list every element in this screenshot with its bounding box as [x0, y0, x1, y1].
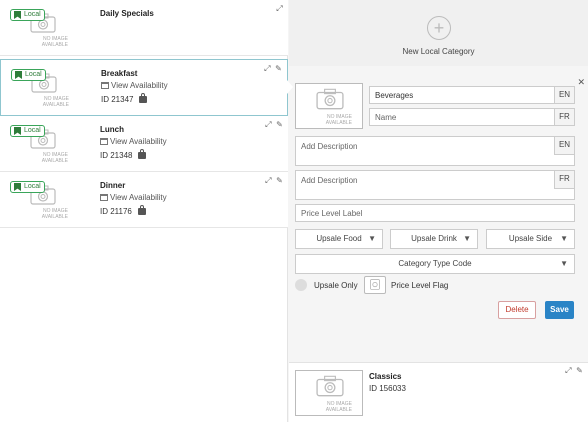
bookmark-icon	[15, 71, 22, 79]
chevron-down-icon: ▼	[368, 234, 376, 243]
price-level-flag-image[interactable]	[364, 276, 386, 294]
price-level-flag-label: Price Level Flag	[391, 281, 449, 290]
category-card-lunch[interactable]: NO IMAGE AVAILABLE Local Lunch View Avai…	[0, 116, 288, 172]
category-editor-panel: + New Local Category ✕ NO IMAGE AVAILABL…	[289, 0, 588, 422]
upsale-only-label: Upsale Only	[314, 281, 358, 290]
category-thumbnail: NO IMAGE AVAILABLE Local	[10, 125, 68, 167]
category-card-breakfast[interactable]: NO IMAGE AVAILABLE Local Breakfast View …	[0, 59, 288, 116]
category-thumbnail: NO IMAGE AVAILABLE Local	[10, 9, 68, 51]
expand-icon[interactable]: ⤢	[564, 366, 573, 375]
local-badge: Local	[10, 125, 45, 137]
save-button[interactable]: Save	[545, 301, 574, 319]
chevron-down-icon: ▼	[560, 259, 568, 268]
category-title: Breakfast	[101, 69, 138, 78]
view-availability-link[interactable]: View Availability	[101, 81, 168, 90]
price-level-label-field[interactable]	[295, 204, 575, 222]
category-card-classics[interactable]: NO IMAGE AVAILABLE Classics ID 156033 ⤢ …	[289, 362, 588, 422]
camera-icon	[316, 375, 344, 397]
category-thumbnail: NO IMAGE AVAILABLE Local	[11, 69, 69, 111]
expand-icon[interactable]: ⤢	[263, 64, 272, 73]
new-local-category-button[interactable]: + New Local Category	[289, 0, 588, 66]
camera-icon	[316, 88, 344, 110]
bookmark-icon	[14, 127, 21, 135]
camera-icon	[370, 279, 380, 290]
pencil-icon[interactable]: ✎	[275, 176, 284, 185]
no-image-text: NO IMAGE AVAILABLE	[41, 36, 68, 48]
category-thumbnail: NO IMAGE AVAILABLE	[295, 370, 363, 416]
delete-button[interactable]: Delete	[498, 301, 536, 319]
chevron-down-icon: ▼	[463, 234, 471, 243]
category-title: Lunch	[100, 125, 124, 134]
local-badge: Local	[10, 9, 45, 21]
close-icon[interactable]: ✕	[577, 77, 585, 88]
upsale-side-select[interactable]: Upsale Side ▼	[486, 229, 575, 249]
no-image-text: NO IMAGE AVAILABLE	[41, 208, 68, 220]
pencil-icon[interactable]: ✎	[575, 366, 584, 375]
local-badge: Local	[11, 69, 46, 81]
upsale-food-select[interactable]: Upsale Food ▼	[295, 229, 383, 249]
bag-icon	[137, 205, 146, 215]
view-availability-link[interactable]: View Availability	[100, 137, 167, 146]
description-en-field[interactable]: EN	[295, 136, 575, 166]
upsale-drink-select[interactable]: Upsale Drink ▼	[390, 229, 478, 249]
category-title: Dinner	[100, 181, 126, 190]
price-level-label-input[interactable]	[301, 205, 549, 221]
category-id: ID 156033	[369, 384, 406, 393]
description-fr-field[interactable]: FR	[295, 170, 575, 200]
calendar-icon	[101, 82, 109, 89]
bookmark-icon	[14, 183, 21, 191]
plus-icon: +	[427, 16, 451, 40]
upsale-only-toggle[interactable]	[295, 279, 307, 291]
bookmark-icon	[14, 11, 21, 19]
no-image-text: NO IMAGE AVAILABLE	[41, 152, 68, 164]
name-en-input[interactable]	[375, 87, 549, 103]
calendar-icon	[100, 194, 108, 201]
pencil-icon[interactable]: ✎	[274, 64, 283, 73]
new-category-label: New Local Category	[402, 47, 475, 56]
category-id: ID 21347	[101, 93, 148, 104]
lang-fr-badge: FR	[554, 171, 574, 189]
pencil-icon[interactable]: ✎	[275, 120, 284, 129]
name-fr-field[interactable]: FR	[369, 108, 575, 126]
category-title: Daily Specials	[100, 9, 154, 18]
category-title: Classics	[369, 372, 402, 381]
category-card-daily-specials[interactable]: NO IMAGE AVAILABLE Local Daily Specials …	[0, 0, 288, 56]
expand-icon[interactable]: ⤢	[275, 4, 284, 13]
name-fr-input[interactable]	[375, 109, 549, 125]
local-badge: Local	[10, 181, 45, 193]
no-image-text: NO IMAGE AVAILABLE	[325, 114, 352, 126]
chevron-down-icon: ▼	[560, 234, 568, 243]
selection-pointer	[287, 80, 293, 94]
category-card-dinner[interactable]: NO IMAGE AVAILABLE Local Dinner View Ava…	[0, 172, 288, 228]
expand-icon[interactable]: ⤢	[264, 176, 273, 185]
description-en-input[interactable]	[301, 137, 549, 155]
category-list: NO IMAGE AVAILABLE Local Daily Specials …	[0, 0, 288, 422]
category-form: ✕ NO IMAGE AVAILABLE EN FR EN FR Upsale …	[289, 75, 588, 359]
lang-fr-badge: FR	[554, 109, 574, 125]
no-image-text: NO IMAGE AVAILABLE	[42, 96, 69, 108]
lang-en-badge: EN	[554, 87, 574, 103]
calendar-icon	[100, 138, 108, 145]
name-en-field[interactable]: EN	[369, 86, 575, 104]
category-id: ID 21176	[100, 205, 146, 216]
category-type-code-select[interactable]: Category Type Code ▼	[295, 254, 575, 274]
category-id: ID 21348	[100, 149, 147, 160]
bag-icon	[138, 149, 147, 159]
view-availability-link[interactable]: View Availability	[100, 193, 167, 202]
no-image-text: NO IMAGE AVAILABLE	[325, 401, 352, 413]
category-thumbnail: NO IMAGE AVAILABLE Local	[10, 181, 68, 223]
expand-icon[interactable]: ⤢	[264, 120, 273, 129]
category-image-upload[interactable]: NO IMAGE AVAILABLE	[295, 83, 363, 129]
lang-en-badge: EN	[554, 137, 574, 155]
bag-icon	[139, 93, 148, 103]
description-fr-input[interactable]	[301, 171, 549, 189]
